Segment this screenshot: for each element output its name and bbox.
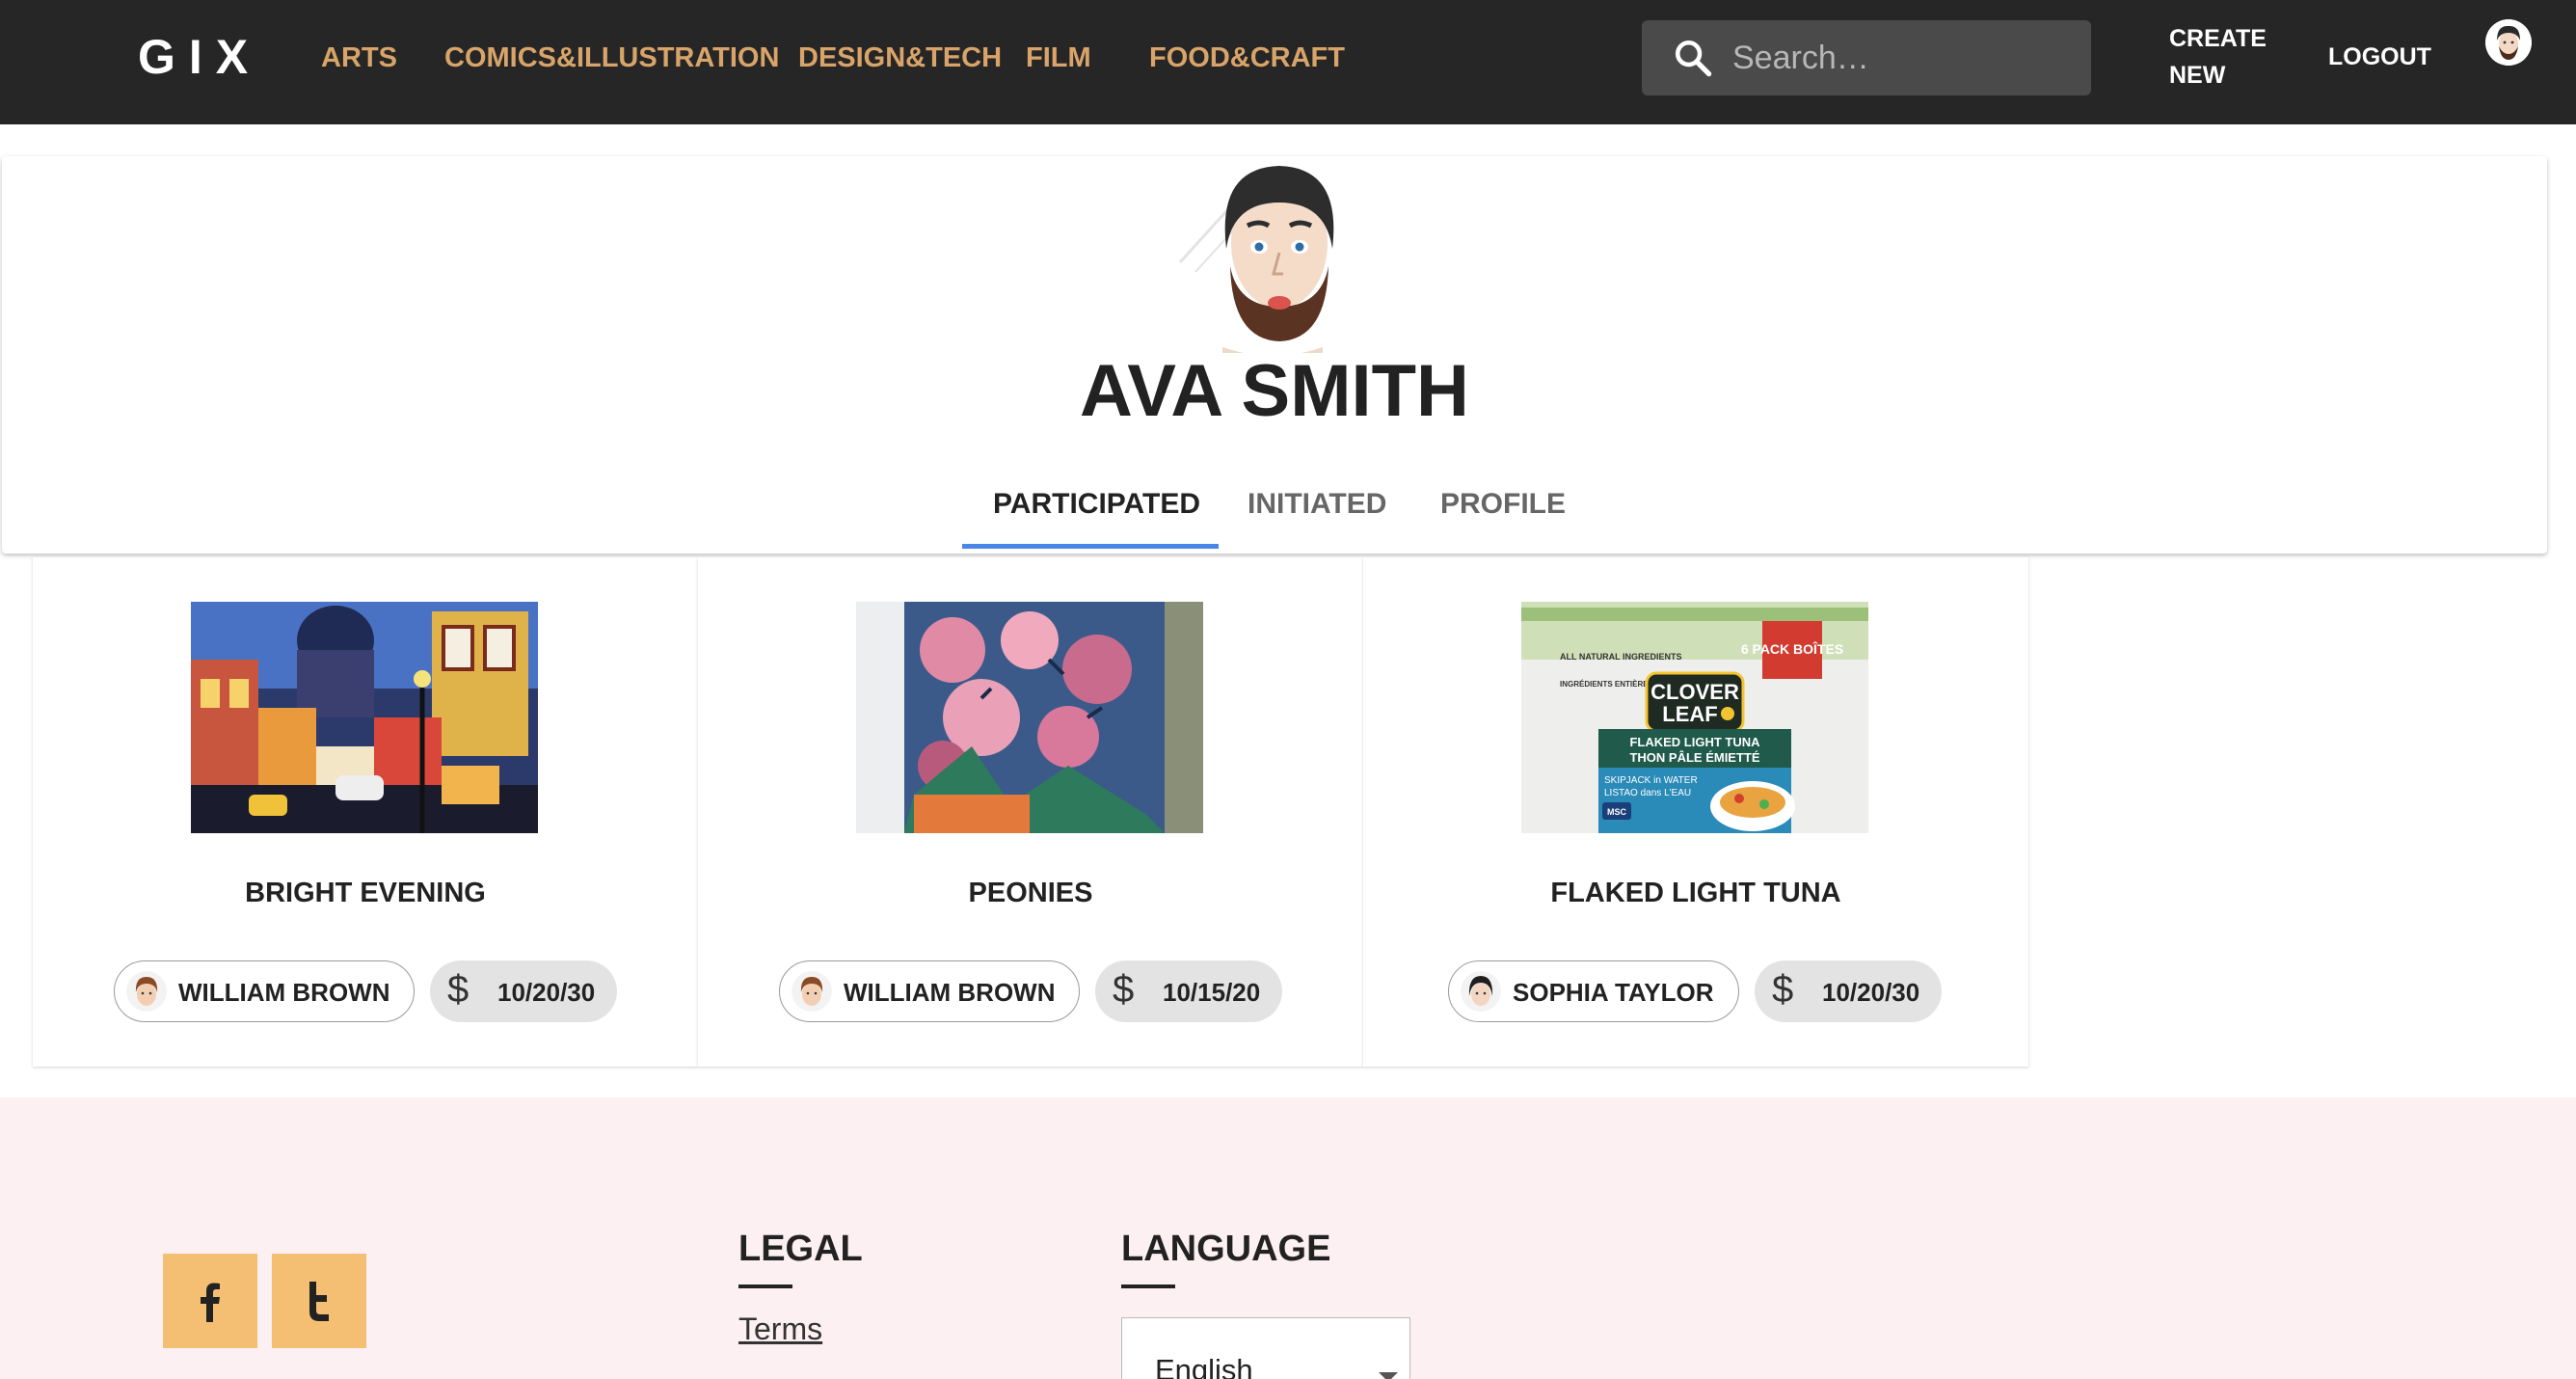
price-date-chip: $ 10/15/20 bbox=[1095, 960, 1282, 1022]
search-box[interactable] bbox=[1642, 20, 2091, 95]
project-card[interactable]: BRIGHT EVENING WILLIAM BROWN $ 10/20/30 bbox=[33, 557, 698, 1067]
creator-chip[interactable]: WILLIAM BROWN bbox=[779, 960, 1080, 1022]
tuna-product-fr: THON PÂLE ÉMIETTÉ bbox=[1629, 750, 1759, 765]
project-image-bright-evening[interactable] bbox=[191, 602, 538, 833]
creator-avatar-icon bbox=[1461, 971, 1501, 1012]
project-date: 10/20/30 bbox=[1822, 978, 1920, 1007]
language-heading-rule bbox=[1121, 1284, 1175, 1288]
user-avatar[interactable] bbox=[2485, 19, 2532, 66]
tab-profile[interactable]: PROFILE bbox=[1440, 488, 1566, 521]
nav-food-craft[interactable]: FOOD&CRAFT bbox=[1149, 42, 1345, 74]
project-image-flaked-light-tuna[interactable]: 6 PACK BOÎTES ALL NATURAL INGREDIENTS IN… bbox=[1521, 602, 1868, 833]
tuna-brand-line1: CLOVER bbox=[1650, 680, 1739, 704]
dollar-icon: $ bbox=[1772, 968, 1794, 1011]
language-select-value: English bbox=[1155, 1353, 1253, 1379]
footer: LEGAL Terms LANGUAGE English bbox=[0, 1097, 2576, 1379]
legal-heading-rule bbox=[738, 1284, 792, 1288]
tuna-pack-label: 6 PACK BOÎTES bbox=[1741, 640, 1843, 657]
creator-avatar-icon bbox=[126, 971, 167, 1012]
language-heading: LANGUAGE bbox=[1121, 1229, 1331, 1269]
creator-avatar-icon bbox=[792, 971, 832, 1012]
project-title[interactable]: FLAKED LIGHT TUNA bbox=[1363, 878, 2028, 909]
project-date: 10/15/20 bbox=[1163, 978, 1261, 1007]
nav-arts[interactable]: ARTS bbox=[321, 42, 397, 74]
facebook-button[interactable] bbox=[163, 1254, 257, 1348]
nav-film[interactable]: FILM bbox=[1026, 42, 1091, 74]
tuna-water-fr: LISTAO dans L'EAU bbox=[1604, 788, 1691, 798]
project-image-peonies[interactable] bbox=[856, 602, 1203, 833]
search-input[interactable] bbox=[1732, 34, 2070, 82]
project-title[interactable]: BRIGHT EVENING bbox=[33, 878, 698, 909]
tab-participated[interactable]: PARTICIPATED bbox=[993, 488, 1200, 521]
tuna-brand-line2: LEAF bbox=[1662, 702, 1717, 726]
create-new-label-line1: CREATE bbox=[2169, 25, 2267, 52]
profile-name: AVA SMITH bbox=[1080, 350, 1469, 432]
nav-design-tech[interactable]: DESIGN&TECH bbox=[798, 42, 1002, 74]
project-title[interactable]: PEONIES bbox=[698, 878, 1363, 909]
tuna-product-en: FLAKED LIGHT TUNA bbox=[1629, 735, 1760, 749]
creator-name: WILLIAM BROWN bbox=[178, 978, 390, 1007]
price-date-chip: $ 10/20/30 bbox=[430, 960, 617, 1022]
search-icon bbox=[1675, 40, 1712, 77]
tab-initiated[interactable]: INITIATED bbox=[1248, 488, 1386, 521]
profile-card: AVA SMITH PARTICIPATED INITIATED PROFILE bbox=[2, 156, 2547, 554]
price-date-chip: $ 10/20/30 bbox=[1755, 960, 1942, 1022]
terms-link[interactable]: Terms bbox=[738, 1311, 822, 1347]
top-navbar: GIX ARTS COMICS&ILLUSTRATION DESIGN&TECH… bbox=[0, 0, 2576, 124]
tumblr-button[interactable] bbox=[272, 1254, 366, 1348]
avatar-face-icon bbox=[2485, 19, 2532, 66]
legal-heading: LEGAL bbox=[738, 1229, 863, 1269]
project-card[interactable]: 6 PACK BOÎTES ALL NATURAL INGREDIENTS IN… bbox=[1363, 557, 2028, 1067]
dollar-icon: $ bbox=[1113, 968, 1135, 1011]
tuna-water-en: SKIPJACK in WATER bbox=[1604, 775, 1698, 786]
creator-chip[interactable]: SOPHIA TAYLOR bbox=[1448, 960, 1739, 1022]
create-new-link[interactable]: CREATE NEW bbox=[2169, 20, 2267, 94]
create-new-label-line2: NEW bbox=[2169, 62, 2226, 89]
tuna-msc-label: MSC bbox=[1607, 807, 1627, 817]
creator-name: SOPHIA TAYLOR bbox=[1513, 978, 1714, 1007]
tumblr-icon bbox=[309, 1282, 329, 1321]
project-card[interactable]: PEONIES WILLIAM BROWN $ 10/15/20 bbox=[698, 557, 1363, 1067]
active-tab-indicator bbox=[962, 544, 1219, 549]
dollar-icon: $ bbox=[447, 968, 470, 1011]
creator-chip[interactable]: WILLIAM BROWN bbox=[114, 960, 415, 1022]
language-select[interactable]: English bbox=[1121, 1317, 1410, 1379]
chevron-down-icon bbox=[1379, 1372, 1398, 1379]
tuna-ingredients-en: ALL NATURAL INGREDIENTS bbox=[1560, 652, 1682, 662]
facebook-icon bbox=[201, 1283, 220, 1322]
creator-name: WILLIAM BROWN bbox=[844, 978, 1056, 1007]
nav-comics-illustration[interactable]: COMICS&ILLUSTRATION bbox=[444, 42, 779, 74]
logout-link[interactable]: LOGOUT bbox=[2328, 39, 2431, 75]
project-date: 10/20/30 bbox=[497, 978, 596, 1007]
site-logo[interactable]: GIX bbox=[138, 29, 261, 85]
profile-avatar bbox=[1178, 166, 1334, 353]
